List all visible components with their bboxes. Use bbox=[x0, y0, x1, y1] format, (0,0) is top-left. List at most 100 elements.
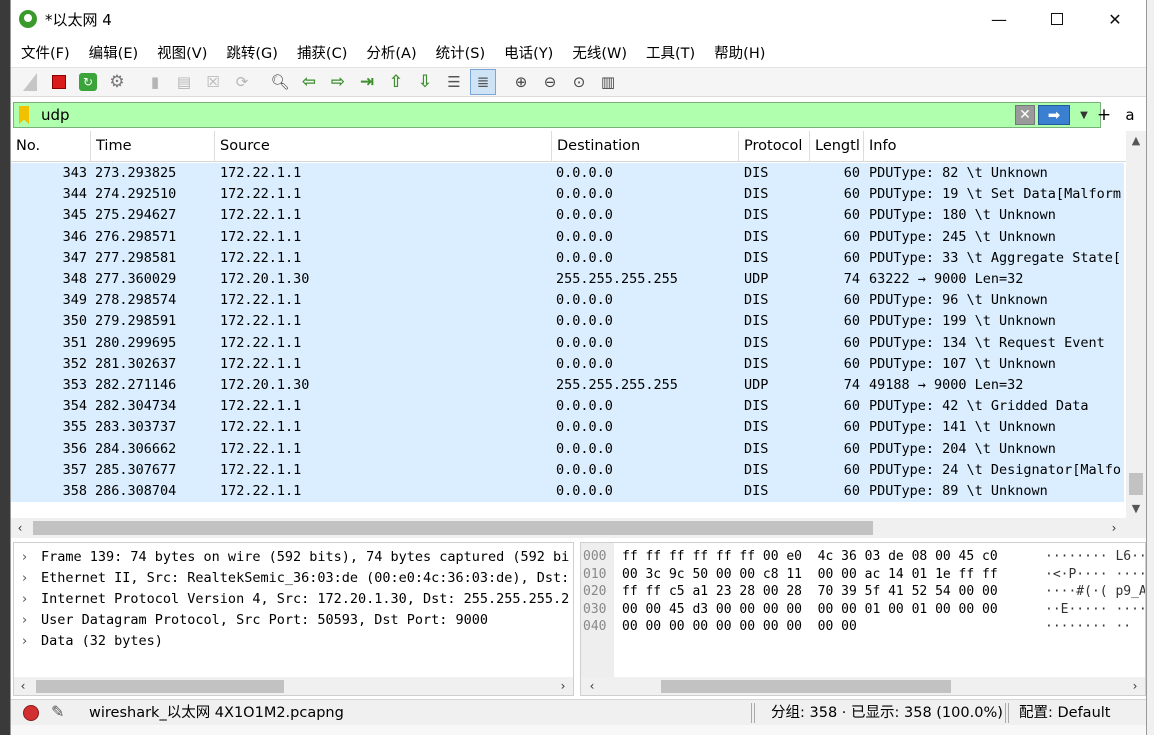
go-back-button[interactable]: ⇦ bbox=[296, 69, 322, 95]
zoom-out-button[interactable]: ⊖ bbox=[537, 69, 563, 95]
packet-row[interactable]: 352 281.302637 172.22.1.1 0.0.0.0 DIS 60 PDUTy… bbox=[11, 353, 1124, 375]
scrollbar-thumb[interactable] bbox=[36, 680, 284, 693]
start-capture-button[interactable] bbox=[17, 69, 43, 95]
stop-icon bbox=[52, 75, 66, 89]
packet-row[interactable]: 347 277.298581 172.22.1.1 0.0.0.0 DIS 60 PDUTy… bbox=[11, 247, 1124, 269]
packet-cell-no: 353 bbox=[62, 377, 87, 393]
close-button[interactable]: ✕ bbox=[1086, 0, 1144, 38]
packet-row[interactable]: 357 285.307677 172.22.1.1 0.0.0.0 DIS 60 PDUTy… bbox=[11, 459, 1124, 481]
packet-row[interactable]: 344 274.292510 172.22.1.1 0.0.0.0 DIS 60 PDUTy… bbox=[11, 184, 1124, 206]
menu-help[interactable]: 帮助(H) bbox=[704, 42, 774, 63]
chevron-right-icon[interactable]: › bbox=[22, 631, 27, 652]
packet-row[interactable]: 350 279.298591 172.22.1.1 0.0.0.0 DIS 60 PDUTy… bbox=[11, 311, 1124, 333]
packet-list-horizontal-scrollbar[interactable]: ‹ › bbox=[11, 518, 1146, 538]
column-header-info[interactable]: Info bbox=[864, 131, 1126, 162]
scroll-left-arrow-icon[interactable]: ‹ bbox=[11, 518, 29, 538]
scrollbar-thumb[interactable] bbox=[661, 680, 951, 693]
go-to-packet-button[interactable]: ⇥ bbox=[354, 69, 380, 95]
save-file-button[interactable]: ▤ bbox=[171, 69, 197, 95]
menu-edit[interactable]: 编辑(E) bbox=[79, 42, 147, 63]
packet-cell-info: 63222 → 9000 Len=32 bbox=[869, 271, 1024, 287]
chevron-right-icon[interactable]: › bbox=[22, 547, 27, 568]
first-packet-button[interactable]: ⇧ bbox=[383, 69, 409, 95]
go-forward-button[interactable]: ⇨ bbox=[325, 69, 351, 95]
menu-tools[interactable]: 工具(T) bbox=[636, 42, 704, 63]
minimize-button[interactable]: — bbox=[970, 0, 1028, 38]
packet-row[interactable]: 345 275.294627 172.22.1.1 0.0.0.0 DIS 60 PDUTy… bbox=[11, 205, 1124, 227]
scroll-up-arrow-icon[interactable]: ▲ bbox=[1126, 131, 1146, 149]
packet-row[interactable]: 349 278.298574 172.22.1.1 0.0.0.0 DIS 60 PDUTy… bbox=[11, 290, 1124, 312]
chevron-right-icon[interactable]: › bbox=[22, 589, 27, 610]
scroll-left-arrow-icon[interactable]: ‹ bbox=[14, 677, 32, 695]
scroll-right-arrow-icon[interactable]: › bbox=[1126, 677, 1144, 695]
scrollbar-thumb[interactable] bbox=[33, 521, 873, 535]
detail-row-ethernet[interactable]: › Ethernet II, Src: RealtekSemic_36:03:de… bbox=[14, 568, 573, 589]
apply-filter-button[interactable]: ➡ bbox=[1038, 105, 1070, 125]
filter-expression-button[interactable]: a bbox=[1121, 102, 1139, 128]
column-header-source[interactable]: Source bbox=[215, 131, 552, 162]
reload-file-button[interactable]: ⟳ bbox=[229, 69, 255, 95]
display-filter-input[interactable]: udp ✕ ➡ ▼ bbox=[13, 102, 1101, 128]
auto-scroll-button[interactable]: ☰ bbox=[441, 69, 467, 95]
status-profile[interactable]: 配置: Default bbox=[1019, 700, 1110, 726]
packet-row[interactable]: 355 283.303737 172.22.1.1 0.0.0.0 DIS 60 PDUTy… bbox=[11, 417, 1124, 439]
restart-capture-button[interactable]: ↻ bbox=[75, 69, 101, 95]
scroll-down-arrow-icon[interactable]: ▼ bbox=[1126, 499, 1146, 517]
column-header-no[interactable]: No. bbox=[11, 131, 91, 162]
menu-wireless[interactable]: 无线(W) bbox=[562, 42, 636, 63]
packet-row[interactable]: 351 280.299695 172.22.1.1 0.0.0.0 DIS 60 PDUTy… bbox=[11, 332, 1124, 354]
column-header-destination[interactable]: Destination bbox=[552, 131, 739, 162]
resize-columns-button[interactable]: ▥ bbox=[595, 69, 621, 95]
chevron-right-icon[interactable]: › bbox=[22, 568, 27, 589]
close-file-button[interactable]: ☒ bbox=[200, 69, 226, 95]
details-horizontal-scrollbar[interactable]: ‹ › bbox=[14, 677, 573, 695]
detail-row-data[interactable]: › Data (32 bytes) bbox=[14, 631, 573, 652]
column-header-length[interactable]: Lengtl bbox=[810, 131, 864, 162]
scrollbar-thumb[interactable] bbox=[1129, 473, 1143, 495]
stop-capture-button[interactable] bbox=[46, 69, 72, 95]
zoom-in-button[interactable]: ⊕ bbox=[508, 69, 534, 95]
packet-row[interactable]: 353 282.271146 172.20.1.30 255.255.255.255 U… bbox=[11, 375, 1124, 397]
column-header-time[interactable]: Time bbox=[91, 131, 215, 162]
packet-cell-dst: 0.0.0.0 bbox=[556, 398, 613, 415]
chevron-right-icon[interactable]: › bbox=[22, 610, 27, 631]
packet-row[interactable]: 354 282.304734 172.22.1.1 0.0.0.0 DIS 60 PDUTy… bbox=[11, 396, 1124, 418]
scroll-right-arrow-icon[interactable]: › bbox=[1105, 518, 1123, 538]
menu-capture[interactable]: 捕获(C) bbox=[287, 42, 356, 63]
column-header-protocol[interactable]: Protocol bbox=[739, 131, 810, 162]
maximize-button[interactable] bbox=[1028, 0, 1086, 38]
packet-row[interactable]: 356 284.306662 172.22.1.1 0.0.0.0 DIS 60 PDUTy… bbox=[11, 438, 1124, 460]
bytes-horizontal-scrollbar[interactable]: ‹ › bbox=[581, 677, 1145, 695]
packet-list-vertical-scrollbar[interactable]: ▲ ▼ bbox=[1126, 131, 1146, 518]
scroll-left-arrow-icon[interactable]: ‹ bbox=[583, 677, 601, 695]
detail-row-udp[interactable]: › User Datagram Protocol, Src Port: 50593… bbox=[14, 610, 573, 631]
capture-comment-icon[interactable]: ✎ bbox=[51, 702, 71, 722]
packet-row[interactable]: 348 277.360029 172.20.1.30 255.255.255.255 U… bbox=[11, 269, 1124, 291]
menu-view[interactable]: 视图(V) bbox=[147, 42, 216, 63]
add-filter-button[interactable]: + bbox=[1095, 102, 1113, 128]
menu-statistics[interactable]: 统计(S) bbox=[426, 42, 495, 63]
packet-cell-len: 60 bbox=[843, 292, 860, 309]
clear-filter-button[interactable]: ✕ bbox=[1015, 105, 1035, 125]
packet-row[interactable]: 358 286.308704 172.22.1.1 0.0.0.0 DIS 60 PDUTy… bbox=[11, 481, 1124, 502]
scroll-right-arrow-icon[interactable]: › bbox=[554, 677, 572, 695]
packet-row[interactable]: 346 276.298571 172.22.1.1 0.0.0.0 DIS 60 PDUTy… bbox=[11, 226, 1124, 248]
detail-row-frame[interactable]: › Frame 139: 74 bytes on wire (592 bits),… bbox=[14, 547, 573, 568]
open-file-button[interactable]: ▮ bbox=[142, 69, 168, 95]
bookmark-icon[interactable] bbox=[19, 106, 29, 124]
normal-size-button[interactable]: ⊙ bbox=[566, 69, 592, 95]
menu-telephony[interactable]: 电话(Y) bbox=[494, 42, 562, 63]
capture-options-button[interactable]: ⚙ bbox=[104, 69, 130, 95]
detail-row-ip[interactable]: › Internet Protocol Version 4, Src: 172.2… bbox=[14, 589, 573, 610]
find-packet-button[interactable]: 🔍︎ bbox=[267, 69, 293, 95]
packet-cell-src: 172.22.1.1 bbox=[220, 228, 302, 245]
packet-row[interactable]: 343 273.293825 172.22.1.1 0.0.0.0 DIS 60 PDUTy… bbox=[11, 163, 1124, 185]
colorize-button[interactable]: ≣ bbox=[470, 69, 496, 95]
packet-cell-len: 60 bbox=[843, 398, 860, 415]
last-packet-button[interactable]: ⇩ bbox=[412, 69, 438, 95]
menu-go[interactable]: 跳转(G) bbox=[216, 42, 287, 63]
expert-info-icon[interactable] bbox=[23, 705, 39, 721]
filter-history-dropdown[interactable]: ▼ bbox=[1074, 105, 1094, 125]
menu-file[interactable]: 文件(F) bbox=[11, 42, 79, 63]
menu-analyze[interactable]: 分析(A) bbox=[356, 42, 425, 63]
